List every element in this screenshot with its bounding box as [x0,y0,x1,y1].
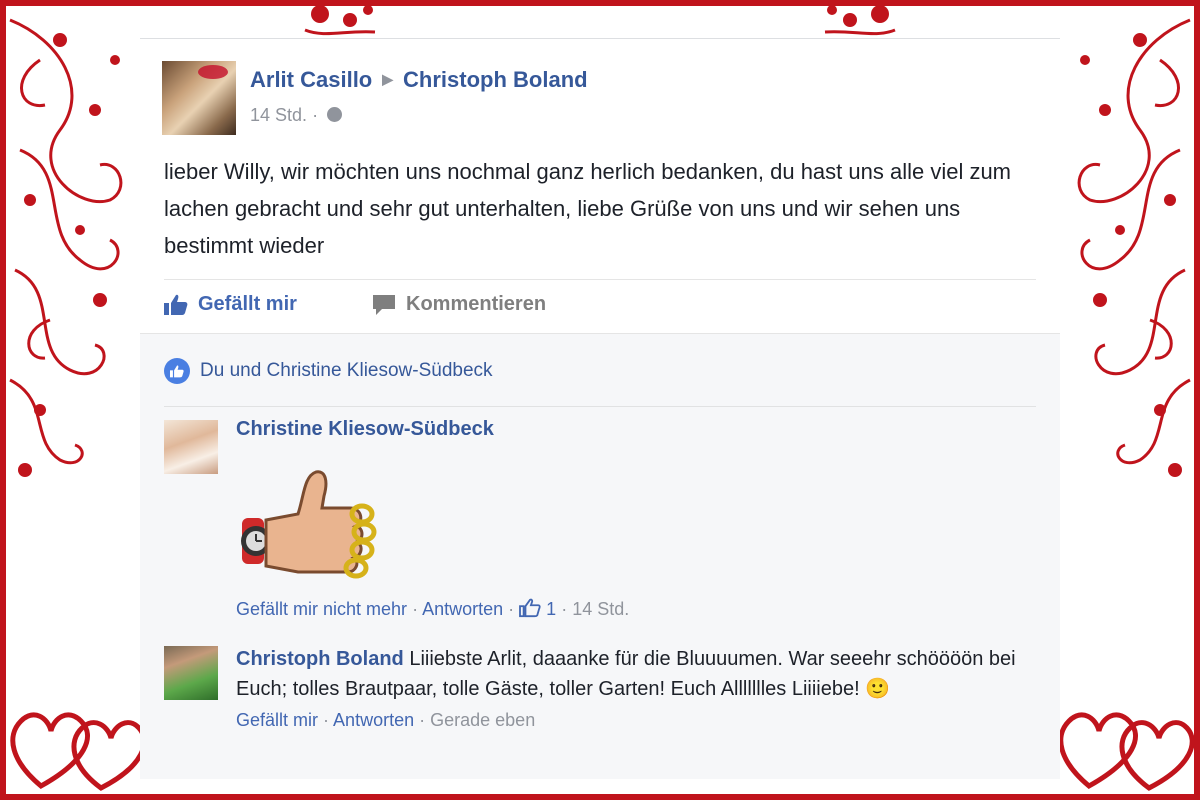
comment-content: Christoph Boland Liiiebste Arlit, daaank… [236,644,1036,704]
comment-timestamp[interactable]: 14 Std. [572,599,629,619]
likes-summary-text[interactable]: Du und Christine Kliesow-Südbeck [200,360,493,382]
avatar[interactable] [164,646,218,700]
arrow-right-icon: ▶ [382,71,394,87]
post-timestamp[interactable]: 14 Std. [250,105,307,125]
post-author-line: Arlit Casillo ▶ Christoph Boland [250,67,588,93]
post-target-link[interactable]: Christoph Boland [403,67,588,92]
likes-summary[interactable]: Du und Christine Kliesow-Südbeck [164,358,493,384]
thumbs-up-icon [164,294,188,315]
like-button[interactable]: Gefällt mir [164,293,297,316]
like-reaction-icon [164,358,190,384]
comment-body: Christine Kliesow-Südbeck [236,418,1036,441]
globe-icon[interactable] [327,106,343,122]
reply-link[interactable]: Antworten [422,599,503,619]
post-author-link[interactable]: Arlit Casillo [250,67,372,92]
flower-ornament-top-right [824,5,896,36]
smiley-emoji-icon: 🙂 [865,678,891,700]
floral-ornament-right [1077,18,1191,477]
thumbs-up-outline-icon [519,598,541,618]
comment-like-count[interactable]: 1 [519,598,561,619]
comment-actions: Gefällt mir · Antworten · Gerade eben [236,710,1036,731]
avatar[interactable] [162,61,236,135]
separator: · [561,599,568,619]
separator: · [508,599,515,619]
avatar[interactable] [164,420,218,474]
separator: · [412,599,419,619]
hearts-ornament-left [10,712,146,791]
divider [164,279,1036,280]
flower-ornament-top-left [304,5,376,36]
thumbs-up-sticker[interactable] [238,456,384,586]
comment-button-label: Kommentieren [406,293,547,315]
comment-button[interactable]: Kommentieren [372,293,546,316]
comment-actions: Gefällt mir nicht mehr · Antworten · 1 ·… [236,598,629,620]
comment-body: Christoph Boland Liiiebste Arlit, daaank… [236,644,1036,731]
divider [164,406,1036,407]
reply-link[interactable]: Antworten [333,710,414,730]
like-count: 1 [546,599,557,619]
comment-author[interactable]: Christine Kliesow-Südbeck [236,418,1036,441]
meta-separator: · [312,105,319,125]
separator: · [419,710,426,730]
comment-icon [373,294,395,315]
comment-author[interactable]: Christoph Boland [236,648,404,670]
comment-timestamp[interactable]: Gerade eben [430,710,535,730]
like-link[interactable]: Gefällt mir [236,710,318,730]
unlike-link[interactable]: Gefällt mir nicht mehr [236,599,407,619]
floral-ornament-left [9,18,123,477]
hearts-ornament-right [1058,712,1194,791]
post-text: lieber Willy, wir möchten uns nochmal ga… [164,159,1012,258]
like-button-label: Gefällt mir [198,293,297,315]
post-meta: 14 Std. · [250,105,343,126]
facebook-post-card: Arlit Casillo ▶ Christoph Boland 14 Std. ·… [140,38,1060,779]
separator: · [323,710,330,730]
comments-section: Du und Christine Kliesow-Südbeck Christi… [140,333,1060,779]
